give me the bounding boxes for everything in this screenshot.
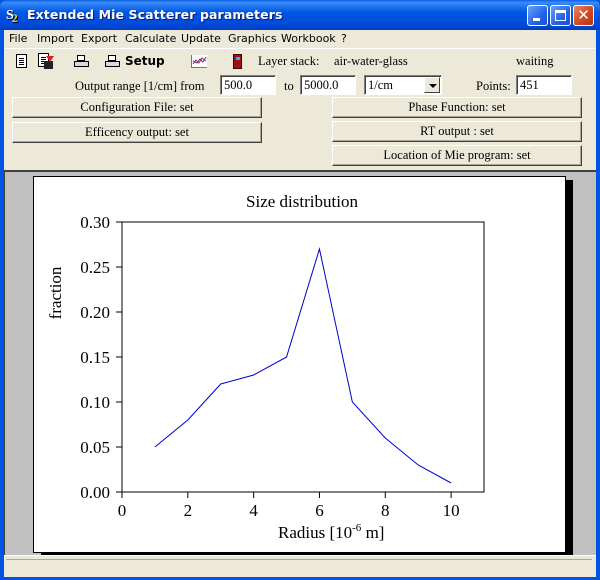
- x-tick-label: 6: [315, 501, 324, 520]
- axes: 0.00 0.05 0.10 0.15 0.20 0.25 0.30 0 2 4 6 8 10: [80, 213, 485, 520]
- x-axis-label: Radius [10-6 m]: [278, 522, 384, 542]
- chart-sheet: Size distribution fraction Radius [10-6 …: [33, 176, 566, 553]
- menu-bar: File Import Export Calculate Update Grap…: [4, 30, 596, 48]
- window-title: Extended Mie Scatterer parameters: [27, 7, 283, 22]
- client-area: File Import Export Calculate Update Grap…: [4, 30, 596, 577]
- y-tick-label: 0.10: [80, 393, 110, 412]
- minimize-button[interactable]: [527, 5, 548, 26]
- points-input[interactable]: 451: [516, 75, 572, 95]
- x-tick-label: 10: [443, 501, 460, 520]
- x-tick-label: 0: [118, 501, 127, 520]
- range-to-label: to: [284, 79, 294, 93]
- configuration-file-button[interactable]: Configuration File: set: [12, 97, 262, 118]
- output-range-label: Output range [1/cm] from: [75, 79, 205, 93]
- y-tick-label: 0.15: [80, 348, 110, 367]
- menu-calculate[interactable]: Calculate: [125, 32, 176, 45]
- efficiency-output-button[interactable]: Efficency output: set: [12, 122, 262, 143]
- new-document-icon[interactable]: [16, 54, 27, 68]
- maximize-button[interactable]: [550, 5, 571, 26]
- range-from-input[interactable]: 500.0: [220, 75, 276, 95]
- phase-function-button[interactable]: Phase Function: set: [332, 97, 582, 118]
- app-window: S2 Extended Mie Scatterer parameters ✕ F…: [0, 0, 600, 580]
- save-icon[interactable]: [38, 53, 54, 69]
- title-bar[interactable]: S2 Extended Mie Scatterer parameters ✕: [0, 0, 600, 30]
- layer-stack-value: air-water-glass: [334, 54, 408, 68]
- status-panel: [6, 559, 592, 574]
- x-tick-label: 2: [184, 501, 193, 520]
- chevron-down-icon[interactable]: [424, 77, 440, 93]
- x-tick-label: 4: [249, 501, 258, 520]
- close-button[interactable]: ✕: [573, 5, 594, 26]
- y-tick-label: 0.00: [80, 483, 110, 502]
- menu-workbook[interactable]: Workbook: [281, 32, 336, 45]
- points-label: Points:: [476, 79, 511, 93]
- range-to-input[interactable]: 5000.0: [300, 75, 356, 95]
- chart-title: Size distribution: [246, 192, 358, 211]
- rt-output-button[interactable]: RT output : set: [332, 121, 582, 142]
- menu-file[interactable]: File: [9, 32, 27, 45]
- series-group: [154, 247, 452, 484]
- print-icon[interactable]: [74, 55, 89, 68]
- mie-program-location-button[interactable]: Location of Mie program: set: [332, 145, 582, 166]
- setup-button[interactable]: Setup: [125, 54, 165, 68]
- graph-icon[interactable]: [191, 55, 207, 68]
- layer-stack-label: Layer stack:: [258, 54, 320, 68]
- menu-help[interactable]: ?: [341, 32, 347, 45]
- size-distribution-chart: Size distribution fraction Radius [10-6 …: [46, 192, 485, 542]
- close-icon: ✕: [577, 6, 590, 24]
- status-text: waiting: [516, 54, 554, 68]
- x-tick-label: 8: [381, 501, 390, 520]
- x-axis-label-unit: m]: [361, 523, 384, 542]
- app-icon: S2: [6, 8, 18, 25]
- maximize-icon: [555, 10, 566, 21]
- menu-export[interactable]: Export: [81, 32, 117, 45]
- y-tick-label: 0.05: [80, 438, 110, 457]
- menu-update[interactable]: Update: [181, 32, 221, 45]
- series-line: [154, 247, 452, 484]
- plot-frame: [121, 221, 485, 493]
- y-axis-label: fraction: [46, 266, 65, 319]
- print-setup-icon[interactable]: [105, 55, 120, 68]
- unit-select[interactable]: 1/cm: [364, 75, 442, 95]
- minimize-icon: [533, 18, 540, 21]
- y-tick-label: 0.25: [80, 258, 110, 277]
- graph-panel: Size distribution fraction Radius [10-6 …: [4, 170, 596, 558]
- status-bar: [4, 555, 596, 577]
- x-axis-label-main: Radius [10: [278, 523, 352, 542]
- unit-select-value: 1/cm: [368, 78, 393, 92]
- menu-divider: [4, 48, 596, 49]
- y-tick-label: 0.30: [80, 213, 110, 232]
- y-tick-label: 0.20: [80, 303, 110, 322]
- menu-graphics[interactable]: Graphics: [228, 32, 277, 45]
- menu-import[interactable]: Import: [37, 32, 74, 45]
- exit-door-icon[interactable]: [233, 54, 242, 69]
